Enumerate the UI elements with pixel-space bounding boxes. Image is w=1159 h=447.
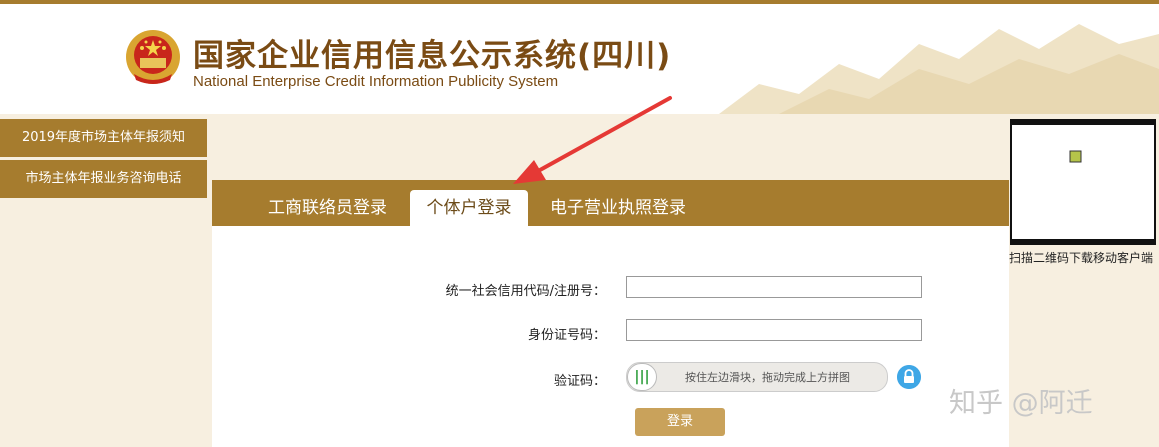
captcha-slider[interactable]: ||| 按住左边滑块，拖动完成上方拼图 — [626, 362, 888, 392]
mountain-decoration — [719, 24, 1159, 114]
captcha-label: 验证码： — [553, 374, 606, 389]
slider-hint: 按住左边滑块，拖动完成上方拼图 — [685, 371, 850, 384]
login-form: 统一社会信用代码/注册号： 身份证号码： 验证码： ||| 按住左边滑块，拖动完… — [212, 226, 1009, 447]
sidebar-item-annual-report-notice[interactable]: 2019年度市场主体年报须知 — [0, 119, 207, 157]
page-subtitle: National Enterprise Credit Information P… — [193, 73, 559, 90]
id-number-input[interactable] — [626, 319, 922, 341]
tab-individual-login[interactable]: 个体户登录 — [410, 190, 528, 226]
slider-handle[interactable]: ||| — [627, 363, 657, 391]
sidebar-item-consult-phone[interactable]: 市场主体年报业务咨询电话 — [0, 160, 207, 198]
login-tabbar: 工商联络员登录 个体户登录 电子营业执照登录 — [212, 180, 1009, 226]
qr-code — [1010, 119, 1156, 245]
credit-code-label: 统一社会信用代码/注册号： — [445, 284, 606, 299]
login-button[interactable]: 登录 — [635, 408, 725, 436]
qr-code-icon — [1012, 121, 1154, 243]
tab-liaison-login[interactable]: 工商联络员登录 — [268, 190, 387, 226]
page-title: 国家企业信用信息公示系统(四川) — [193, 38, 672, 74]
watermark: 知乎 @阿迁 — [949, 388, 1093, 419]
tab-e-license-login[interactable]: 电子营业执照登录 — [550, 190, 686, 226]
credit-code-input[interactable] — [626, 276, 922, 298]
lock-icon — [897, 365, 921, 389]
id-number-label: 身份证号码： — [527, 328, 606, 343]
national-emblem-icon — [126, 30, 180, 84]
site-header: 国家企业信用信息公示系统(四川) National Enterprise Cre… — [0, 4, 1159, 114]
qr-caption: 扫描二维码下载移动客户端 — [1009, 251, 1154, 265]
